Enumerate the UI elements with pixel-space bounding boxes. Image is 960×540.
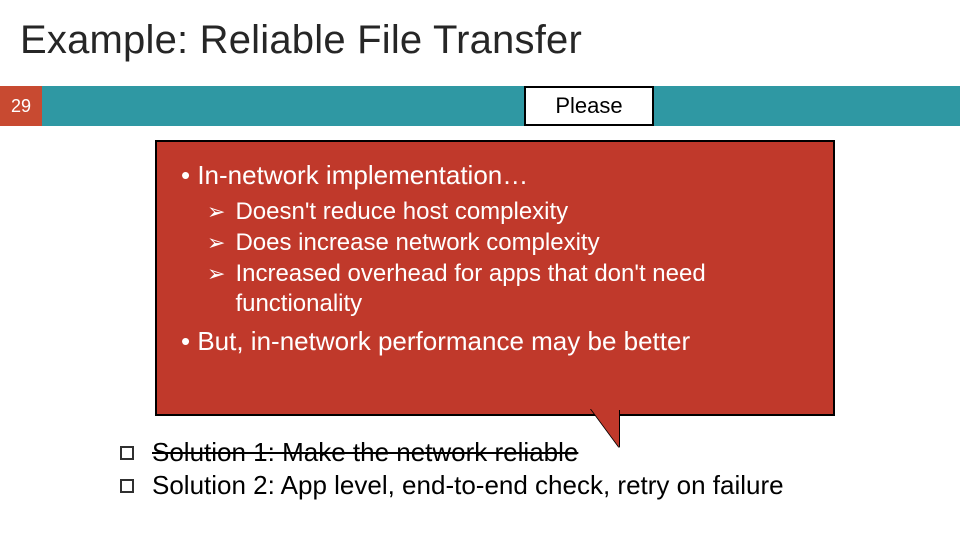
arrow-icon: ➢ [207,197,225,228]
callout-bullet-text: Does increase network complexity [235,228,599,259]
solution-1-text: Solution 1: Make the network reliable [152,436,578,469]
square-bullet-icon [120,479,134,493]
callout-bullet: ➢ Does increase network complexity [207,228,809,259]
callout-heading-2: • But, in-network performance may be bet… [181,326,809,358]
callout-bullet-text: Doesn't reduce host complexity [235,197,568,228]
callout-heading-1: • In-network implementation… [181,160,809,191]
solutions-list: Solution 1: Make the network reliable So… [120,436,920,503]
header-band: 29 Please [0,86,960,126]
arrow-icon: ➢ [207,259,225,320]
accent-strip [42,86,960,126]
callout-bullet: ➢Increased overhead for apps that don't … [207,259,809,320]
list-item: Solution 1: Make the network reliable [120,436,920,469]
callout-bullet-list: ➢ Doesn't reduce host complexity ➢ Does in… [207,197,809,320]
bullet-dot: • [181,326,197,356]
callout-heading-2-text: But, in-network performance may be bette… [197,326,690,356]
list-item: Solution 2: App level, end-to-end check,… [120,469,920,502]
slide: Example: Reliable File Transfer 29 Pleas… [0,0,960,540]
callout-heading-1-text: In-network implementation… [197,160,528,190]
slide-number: 29 [0,86,42,126]
callout-bullet-text: Increased overhead for apps that don't n… [235,259,809,320]
bullet-dot: • [181,160,197,190]
square-bullet-icon [120,446,134,460]
please-label-box: Please [524,86,654,126]
slide-title: Example: Reliable File Transfer [20,18,582,63]
callout-bullet: ➢ Doesn't reduce host complexity [207,197,809,228]
callout-box: • In-network implementation… ➢ Doesn't re… [155,140,835,416]
solution-2-text: Solution 2: App level, end-to-end check,… [152,469,784,502]
callout: • In-network implementation… ➢ Doesn't re… [155,140,837,436]
arrow-icon: ➢ [207,228,225,259]
